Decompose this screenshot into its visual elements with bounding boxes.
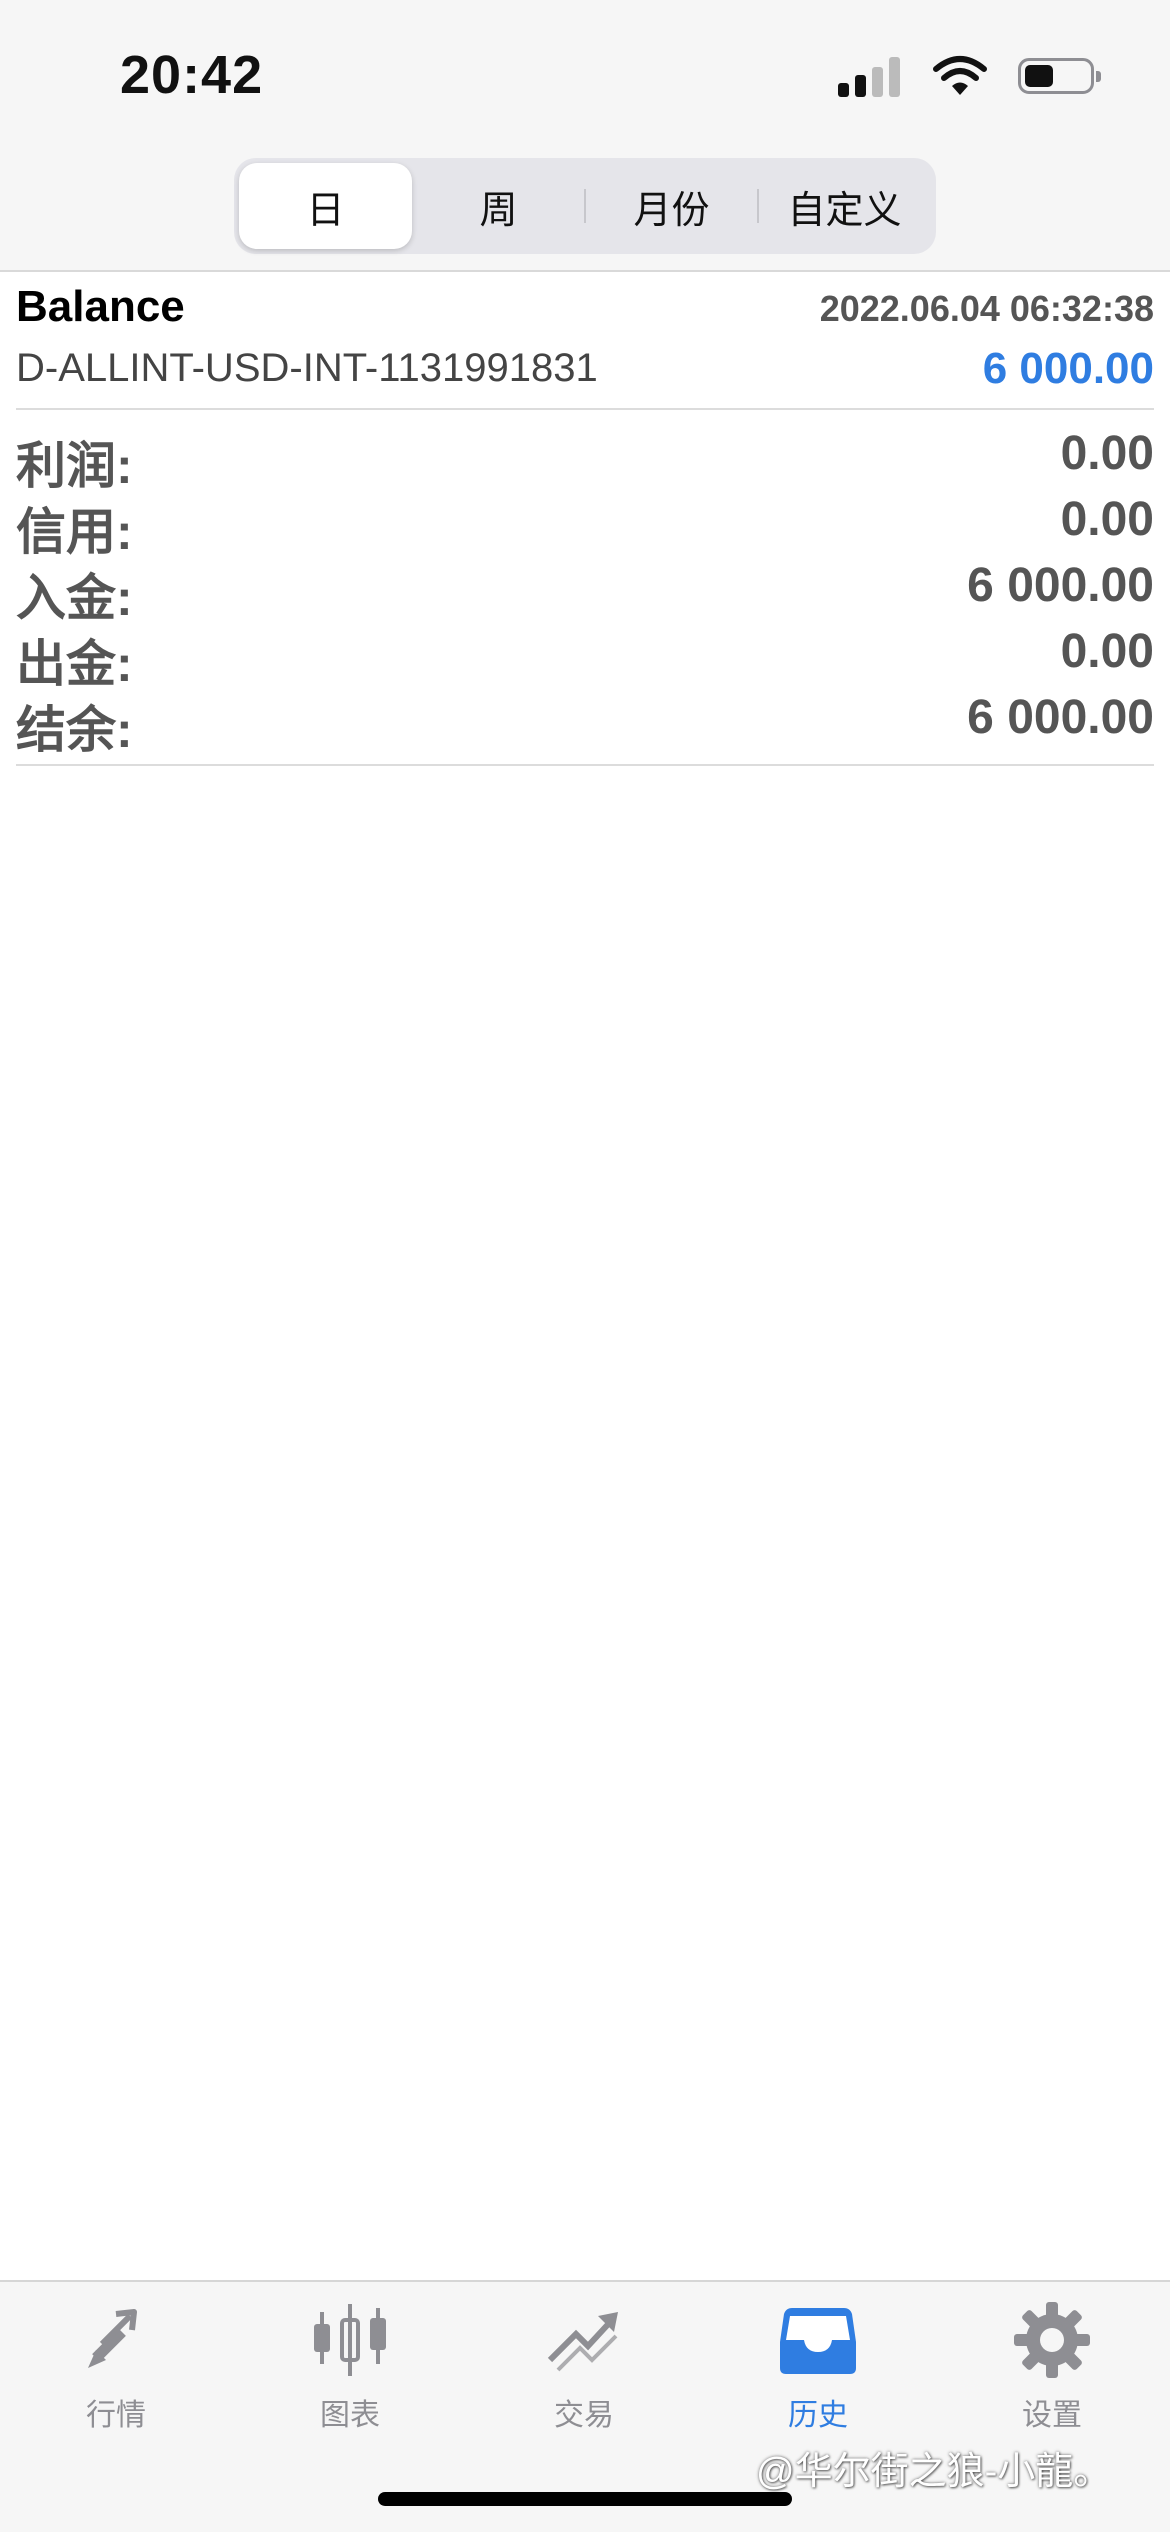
- summary-row-deposit: 入金: 6 000.00: [16, 546, 1154, 626]
- period-tab-week[interactable]: 周: [412, 163, 585, 249]
- trade-trend-icon: [547, 2312, 618, 2372]
- tab-label: 设置: [1022, 2399, 1082, 2432]
- tab-label: 图表: [320, 2399, 380, 2432]
- summary-row-credit: 信用: 0.00: [16, 480, 1154, 560]
- summary-row-withdrawal: 出金: 0.00: [16, 612, 1154, 692]
- summary-value: 6 000.00: [967, 691, 1154, 744]
- period-tab-day[interactable]: 日: [239, 163, 412, 249]
- gear-icon: [1014, 2302, 1090, 2378]
- period-tab-custom[interactable]: 自定义: [757, 163, 931, 249]
- summary-row-profit: 利润: 0.00: [16, 414, 1154, 494]
- tab-trade[interactable]: 交易: [494, 2298, 674, 2438]
- history-record[interactable]: Balance 2022.06.04 06:32:38 D-ALLINT-USD…: [16, 272, 1154, 410]
- history-inbox-icon: [780, 2308, 856, 2374]
- cellular-signal-icon: [838, 55, 902, 97]
- summary-label: 结余:: [16, 702, 133, 758]
- wifi-icon: [933, 56, 987, 95]
- period-tab-month[interactable]: 月份: [584, 163, 758, 249]
- summary-value: 0.00: [1060, 493, 1154, 546]
- tab-settings[interactable]: 设置: [962, 2298, 1142, 2438]
- summary-value: 6 000.00: [967, 559, 1154, 612]
- summary-value: 0.00: [1060, 625, 1154, 678]
- tab-quotes[interactable]: 行情: [26, 2298, 206, 2438]
- period-segmented-control: 日 周 月份 自定义: [234, 158, 936, 254]
- tab-chart[interactable]: 图表: [260, 2298, 440, 2438]
- period-tab-label: 自定义: [787, 189, 902, 232]
- record-datetime: 2022.06.04 06:32:38: [819, 288, 1154, 329]
- period-tab-label: 周: [479, 189, 518, 232]
- header-area: 20:42 日 周 月份 自定义: [0, 0, 1170, 272]
- history-summary: 利润: 0.00 信用: 0.00 入金: 6 000.00 出金: 0.00 …: [16, 414, 1154, 766]
- segment-divider: [584, 189, 586, 223]
- quotes-arrows-icon: [88, 2309, 137, 2368]
- record-amount: 6 000.00: [982, 344, 1154, 393]
- period-tab-label: 月份: [633, 189, 710, 232]
- record-type: Balance: [16, 282, 185, 331]
- tab-label: 行情: [86, 2399, 146, 2432]
- tab-label: 交易: [554, 2399, 614, 2432]
- battery-icon: [1018, 58, 1101, 94]
- candlestick-chart-icon: [314, 2304, 386, 2376]
- home-indicator: [378, 2492, 792, 2506]
- tab-label: 历史: [788, 2399, 848, 2432]
- watermark: @华尔街之狼-小龍。: [756, 2451, 1112, 2493]
- summary-row-balance: 结余: 6 000.00: [16, 678, 1154, 758]
- segment-divider: [757, 189, 759, 223]
- tab-history[interactable]: 历史: [728, 2298, 908, 2438]
- record-comment: D-ALLINT-USD-INT-1131991831: [16, 346, 598, 390]
- status-time: 20:42: [120, 45, 264, 105]
- status-icons: [838, 55, 1101, 97]
- summary-value: 0.00: [1060, 427, 1154, 480]
- period-tab-label: 日: [306, 189, 345, 232]
